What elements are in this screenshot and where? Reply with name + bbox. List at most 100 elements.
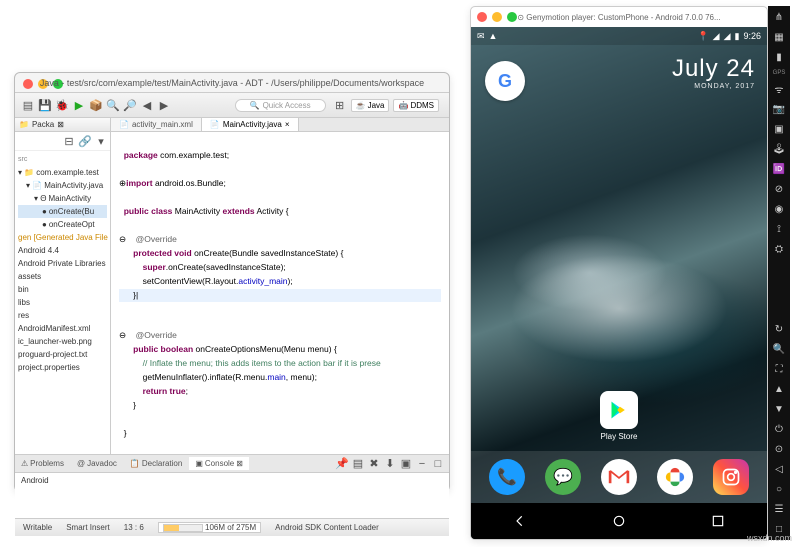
tab-mainactivity-java[interactable]: 📄 MainActivity.java × xyxy=(202,118,299,131)
tree-item-project[interactable]: ▾ 📁 com.example.test xyxy=(18,166,107,179)
fullscreen-icon[interactable]: ⛶ xyxy=(772,362,786,376)
open-perspective-icon[interactable]: ⊞ xyxy=(333,98,347,112)
java-perspective-button[interactable]: ☕Java xyxy=(351,99,390,112)
record-icon[interactable]: ▦ xyxy=(772,30,786,44)
remote-icon[interactable]: 🕹 xyxy=(772,142,786,156)
quick-access-input[interactable]: 🔍Quick Access xyxy=(235,99,326,112)
battery-icon: ▮ xyxy=(735,31,740,42)
collapse-all-icon[interactable]: ⊟ xyxy=(62,134,76,148)
tree-item-gen[interactable]: gen [Generated Java File xyxy=(18,231,107,244)
console-min-icon[interactable]: − xyxy=(415,457,429,471)
console-pin-icon[interactable]: 📌 xyxy=(335,457,349,471)
tree-item-libs[interactable]: Android Private Libraries xyxy=(18,257,107,270)
nav-fwd-icon[interactable]: ▶ xyxy=(157,98,171,112)
camera-icon[interactable]: 📷 xyxy=(772,102,786,116)
instagram-app-icon[interactable] xyxy=(713,459,749,495)
tree-item-manifest[interactable]: AndroidManifest.xml xyxy=(18,322,107,335)
console-max-icon[interactable]: □ xyxy=(431,457,445,471)
capture-icon[interactable]: ▣ xyxy=(772,122,786,136)
rotate-icon[interactable]: ↻ xyxy=(772,322,786,336)
run-icon[interactable]: ▶ xyxy=(72,98,86,112)
android-nav-bar xyxy=(471,503,767,539)
warning-icon: ▲ xyxy=(489,31,498,41)
multitouch-icon[interactable]: ⊙ xyxy=(772,442,786,456)
package-icon[interactable]: 📦 xyxy=(89,98,103,112)
phone-app-icon[interactable]: 📞 xyxy=(489,459,525,495)
link-editor-icon[interactable]: 🔗 xyxy=(78,134,92,148)
disk-icon[interactable]: ⊘ xyxy=(772,182,786,196)
code-editor[interactable]: package com.example.test; ⊕import androi… xyxy=(111,132,449,458)
tree-item-class[interactable]: ▾ Θ MainActivity xyxy=(18,192,107,205)
wifi-icon[interactable]: ᯤ xyxy=(772,82,786,96)
tree-item-bin[interactable]: bin xyxy=(18,283,107,296)
location-icon[interactable]: ⟟ xyxy=(772,222,786,236)
tree-item-props[interactable]: project.properties xyxy=(18,361,107,374)
save-icon[interactable]: 💾 xyxy=(38,98,52,112)
tab-declaration[interactable]: 📋 Declaration xyxy=(124,457,188,470)
tree-item-android[interactable]: Android 4.4 xyxy=(18,244,107,257)
console-scroll-icon[interactable]: ⬇ xyxy=(383,457,397,471)
tree-item-res[interactable]: res xyxy=(18,309,107,322)
status-insert: Smart Insert xyxy=(66,523,110,532)
new-icon[interactable]: ▤ xyxy=(21,98,35,112)
ddms-perspective-button[interactable]: 🤖DDMS xyxy=(393,99,439,112)
back-button[interactable] xyxy=(511,512,529,530)
share-icon[interactable]: ⋔ xyxy=(772,10,786,24)
tree-item-file[interactable]: ▾ 📄 MainActivity.java xyxy=(18,179,107,192)
settings-icon[interactable]: ⛭ xyxy=(772,242,786,256)
gps-label[interactable]: GPS xyxy=(773,70,786,76)
zoom-icon[interactable]: 🔍 xyxy=(772,342,786,356)
disc-icon[interactable]: ◉ xyxy=(772,202,786,216)
eclipse-ide-window: Java - test/src/com/example/test/MainAct… xyxy=(14,72,450,492)
android-status-bar[interactable]: ✉ ▲ 📍 ◢ ◢ ▮ 9:26 xyxy=(471,27,767,45)
open-type-icon[interactable]: 🔍 xyxy=(106,98,120,112)
tree-item-method[interactable]: ● onCreateOpt xyxy=(18,218,107,231)
date-widget[interactable]: July 24 MONDAY, 2017 xyxy=(672,55,755,90)
device-screen[interactable]: ✉ ▲ 📍 ◢ ◢ ▮ 9:26 G July 24 MONDAY, 2017 xyxy=(471,27,767,539)
search-icon[interactable]: 🔎 xyxy=(123,98,137,112)
emulator-title: ⊙ Genymotion player: CustomPhone - Andro… xyxy=(471,13,767,22)
project-tree: src ▾ 📁 com.example.test ▾ 📄 MainActivit… xyxy=(15,151,110,376)
tree-item-assets[interactable]: assets xyxy=(18,270,107,283)
battery-icon[interactable]: ▮ xyxy=(772,50,786,64)
console-display-icon[interactable]: ▤ xyxy=(351,457,365,471)
play-store-shortcut[interactable]: Play Store xyxy=(600,391,638,441)
tree-item-launcher[interactable]: ic_launcher-web.png xyxy=(18,335,107,348)
gmail-app-icon[interactable] xyxy=(601,459,637,495)
tree-item-method[interactable]: ● onCreate(Bu xyxy=(18,205,107,218)
tab-activity-main-xml[interactable]: 📄 activity_main.xml xyxy=(111,118,202,131)
bottom-panel: ⚠ Problems @ Javadoc 📋 Declaration ▣ Con… xyxy=(15,454,449,518)
google-search-widget[interactable]: G xyxy=(485,61,525,101)
tab-problems[interactable]: ⚠ Problems xyxy=(15,457,70,470)
power-icon[interactable]: ⏻ xyxy=(772,422,786,436)
window-title: Java - test/src/com/example/test/MainAct… xyxy=(15,78,449,88)
genymotion-emulator-window: ⊙ Genymotion player: CustomPhone - Andro… xyxy=(470,6,790,540)
location-icon: 📍 xyxy=(697,31,708,42)
console-output[interactable]: Android xyxy=(15,473,449,488)
id-icon[interactable]: 🆔 xyxy=(772,162,786,176)
wifi-icon: ◢ xyxy=(713,31,720,42)
genymotion-toolbar: ⋔ ▦ ▮ GPS ᯤ 📷 ▣ 🕹 🆔 ⊘ ◉ ⟟ ⛭ ↻ 🔍 ⛶ ▲ ▼ ⏻ … xyxy=(768,6,790,540)
debug-icon[interactable]: 🐞 xyxy=(55,98,69,112)
view-menu-icon[interactable]: ▾ xyxy=(94,134,108,148)
home-icon[interactable]: ○ xyxy=(772,482,786,496)
recents-button[interactable] xyxy=(709,512,727,530)
console-clear-icon[interactable]: ✖ xyxy=(367,457,381,471)
messages-app-icon[interactable]: 💬 xyxy=(545,459,581,495)
tree-item-proguard[interactable]: proguard-project.txt xyxy=(18,348,107,361)
back-icon[interactable]: ◁ xyxy=(772,462,786,476)
tree-item-libs[interactable]: libs xyxy=(18,296,107,309)
home-button[interactable] xyxy=(610,512,628,530)
menu-icon[interactable]: ☰ xyxy=(772,502,786,516)
console-open-icon[interactable]: ▣ xyxy=(399,457,413,471)
nav-back-icon[interactable]: ◀ xyxy=(140,98,154,112)
volume-down-icon[interactable]: ▼ xyxy=(772,402,786,416)
editor-tabs: 📄 activity_main.xml 📄 MainActivity.java … xyxy=(111,118,449,132)
memory-indicator[interactable]: 106M of 275M xyxy=(158,522,261,533)
volume-up-icon[interactable]: ▲ xyxy=(772,382,786,396)
tab-javadoc[interactable]: @ Javadoc xyxy=(71,457,123,470)
package-explorer-tab[interactable]: 📁 Packa ⊠ xyxy=(15,118,110,132)
photos-app-icon[interactable] xyxy=(657,459,693,495)
clock: 9:26 xyxy=(743,31,761,41)
tab-console[interactable]: ▣ Console ⊠ xyxy=(189,457,249,470)
